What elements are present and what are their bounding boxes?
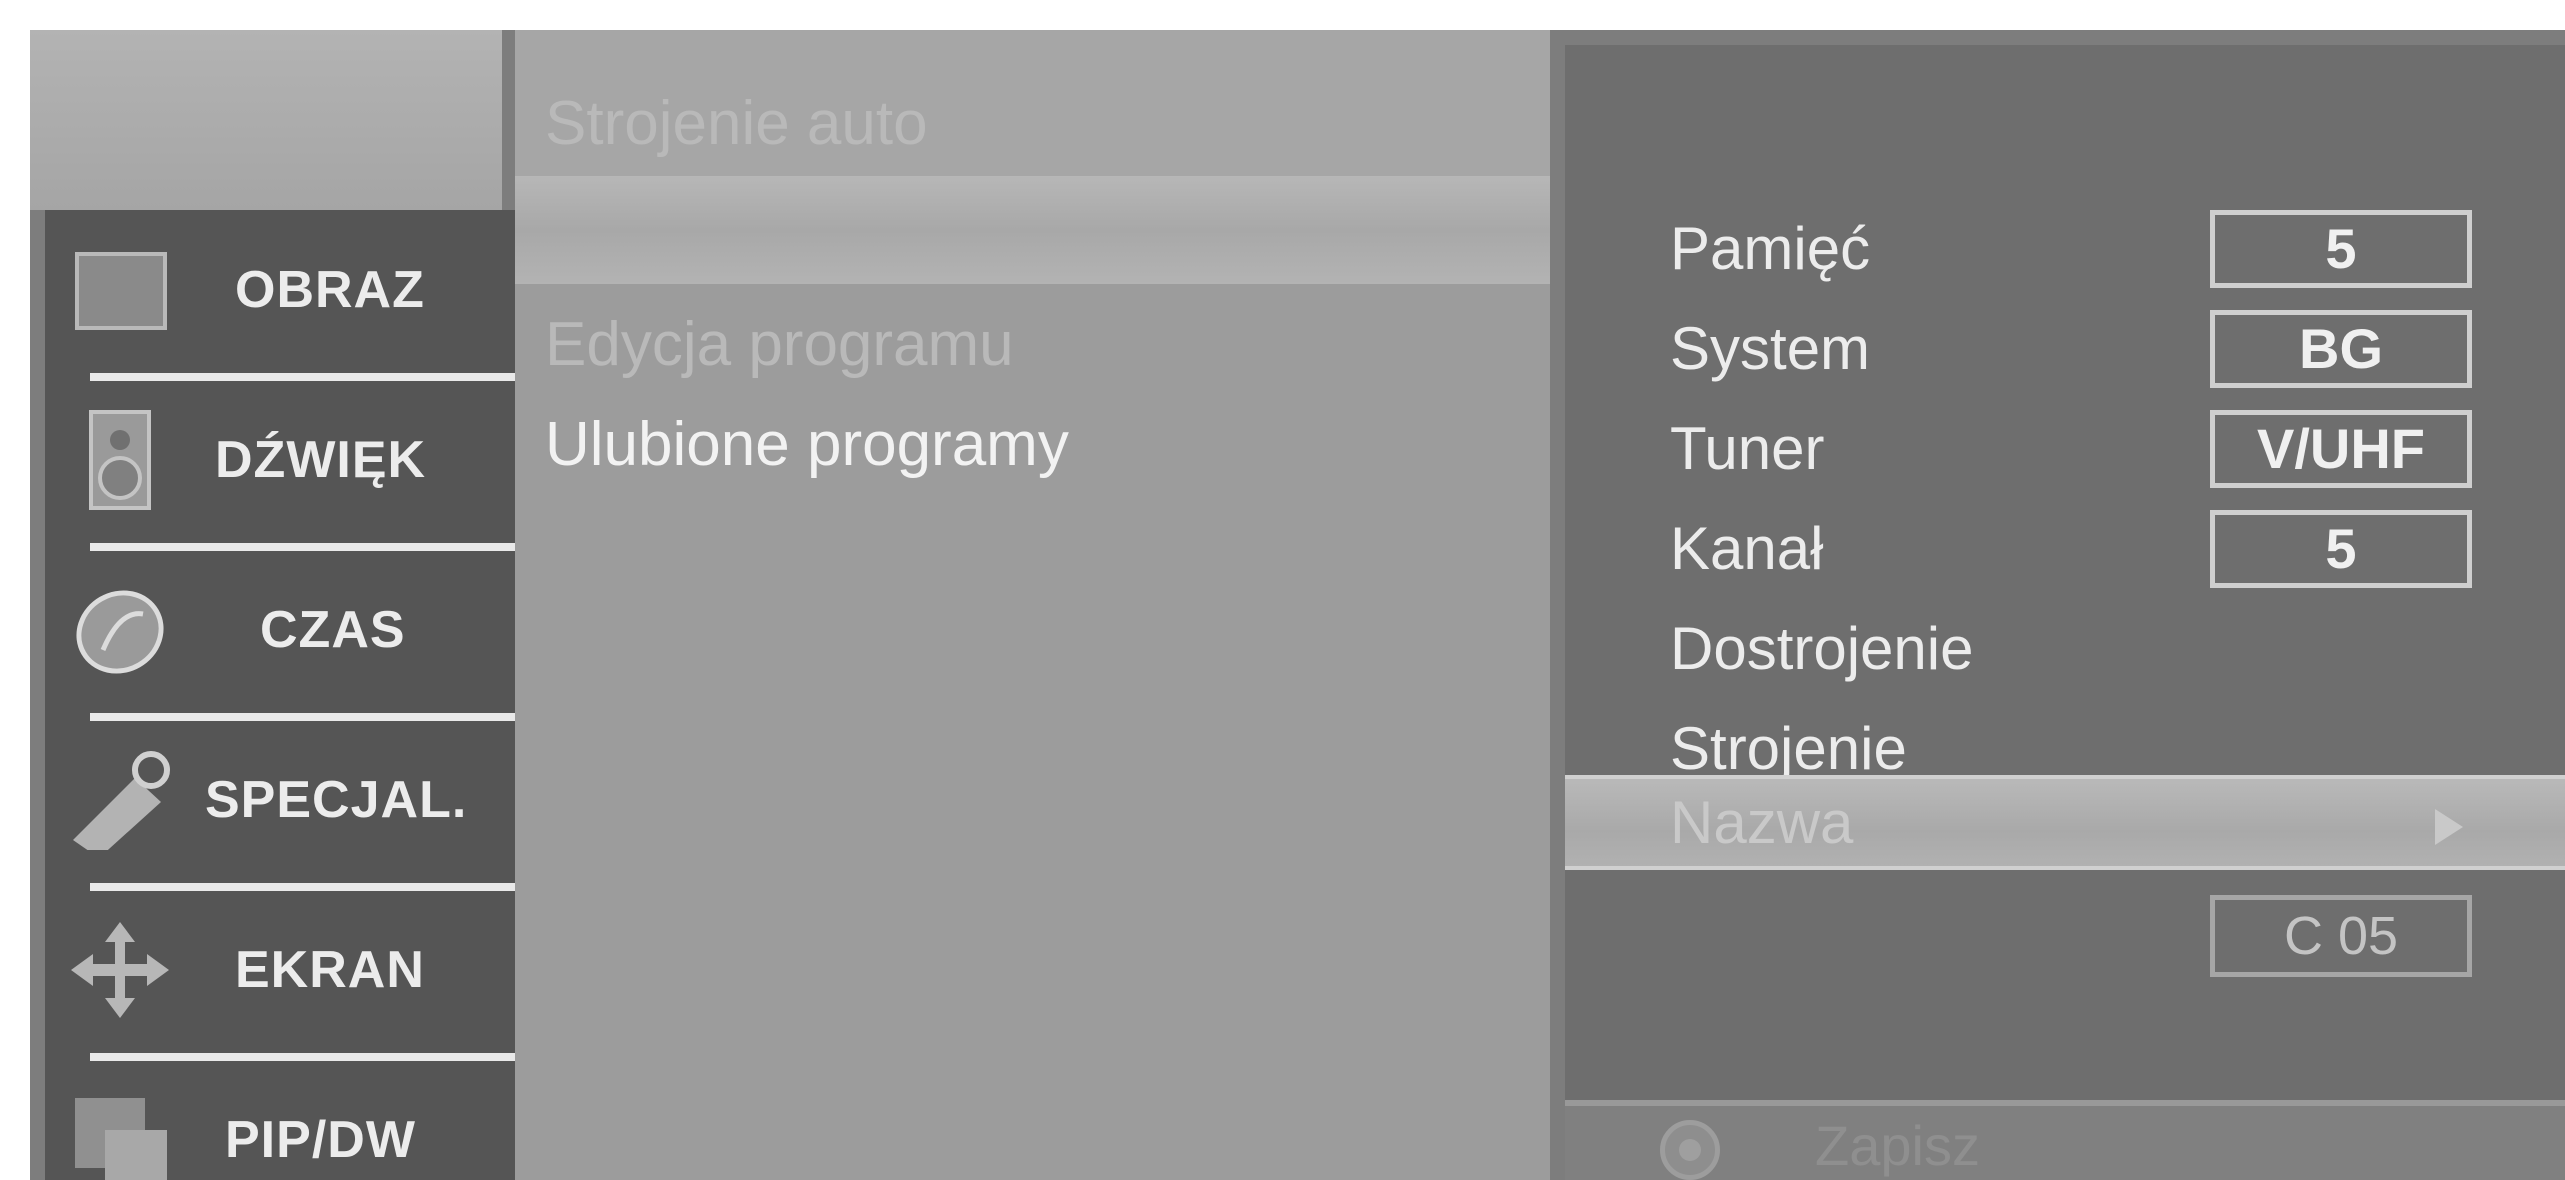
- sidebar-item-label: SPECJAL.: [205, 771, 468, 829]
- menu-item-label: Edycja programu: [545, 310, 1014, 379]
- arrow-right-icon: [2435, 809, 2463, 845]
- sidebar-item-czas[interactable]: CZAS: [45, 550, 515, 710]
- sidebar-item-label: PIP/DW: [225, 1111, 416, 1169]
- sidebar-item-pip[interactable]: PIP/DW: [45, 1060, 515, 1180]
- tuning-submenu: Pamięć 5 System BG Tuner V/UHF Kanał 5 D…: [1565, 45, 2565, 1180]
- speaker-icon: [89, 410, 151, 510]
- sidebar-item-label: OBRAZ: [235, 261, 425, 319]
- category-sidebar: OBRAZ DŹWIĘK CZAS SPECJAL. EKRAN PIP/DW: [45, 210, 515, 1180]
- submenu-row-name-selected[interactable]: Nazwa: [1565, 775, 2565, 870]
- move-arrows-icon: [71, 922, 169, 1018]
- sidebar-item-label: DŹWIĘK: [215, 431, 427, 489]
- tuner-value-box[interactable]: V/UHF: [2210, 410, 2472, 488]
- store-label: Zapisz: [1815, 1114, 1980, 1177]
- main-menu: Strojenie auto Edycja programu Ulubione …: [515, 30, 1550, 1180]
- sidebar-header: [30, 30, 502, 210]
- sidebar-item-label: EKRAN: [235, 941, 425, 999]
- picture-icon: [75, 252, 167, 330]
- tag-icon: [73, 751, 170, 850]
- system-value-box[interactable]: BG: [2210, 310, 2472, 388]
- row-label: Kanał: [1670, 515, 1824, 582]
- sidebar-item-specjal[interactable]: SPECJAL.: [45, 720, 515, 880]
- menu-item-program-edit[interactable]: Edycja programu: [515, 296, 1550, 394]
- menu-item-favourite-programs[interactable]: Ulubione programy: [515, 396, 1550, 494]
- menu-item-auto-tuning[interactable]: Strojenie auto: [515, 75, 1550, 173]
- row-label: Nazwa: [1670, 789, 1854, 856]
- sidebar-item-ekran[interactable]: EKRAN: [45, 890, 515, 1050]
- row-label: Dostrojenie: [1670, 615, 1974, 682]
- ok-button-icon: [1660, 1120, 1720, 1180]
- sidebar-item-dzwiek[interactable]: DŹWIĘK: [45, 380, 515, 540]
- menu-item-label: Strojenie auto: [545, 89, 928, 158]
- channel-value-box[interactable]: 5: [2210, 510, 2472, 588]
- pip-icon: [75, 1098, 167, 1180]
- menu-item-label: Ulubione programy: [545, 410, 1069, 479]
- submenu-row-fine-tuning[interactable]: Dostrojenie: [1565, 600, 2565, 698]
- sidebar-item-label: CZAS: [260, 601, 406, 659]
- menu-item-selected[interactable]: [515, 176, 1550, 284]
- row-label: Pamięć: [1670, 215, 1871, 282]
- row-label: System: [1670, 315, 1871, 382]
- memory-value-box[interactable]: 5: [2210, 210, 2472, 288]
- clock-icon: [76, 590, 164, 674]
- store-button[interactable]: Zapisz: [1565, 1100, 2565, 1180]
- sidebar-item-obraz[interactable]: OBRAZ: [45, 210, 515, 370]
- row-label: Tuner: [1670, 415, 1825, 482]
- tv-osd-menu: OBRAZ DŹWIĘK CZAS SPECJAL. EKRAN PIP/DW …: [30, 30, 2565, 1180]
- name-value-box[interactable]: C 05: [2210, 895, 2472, 977]
